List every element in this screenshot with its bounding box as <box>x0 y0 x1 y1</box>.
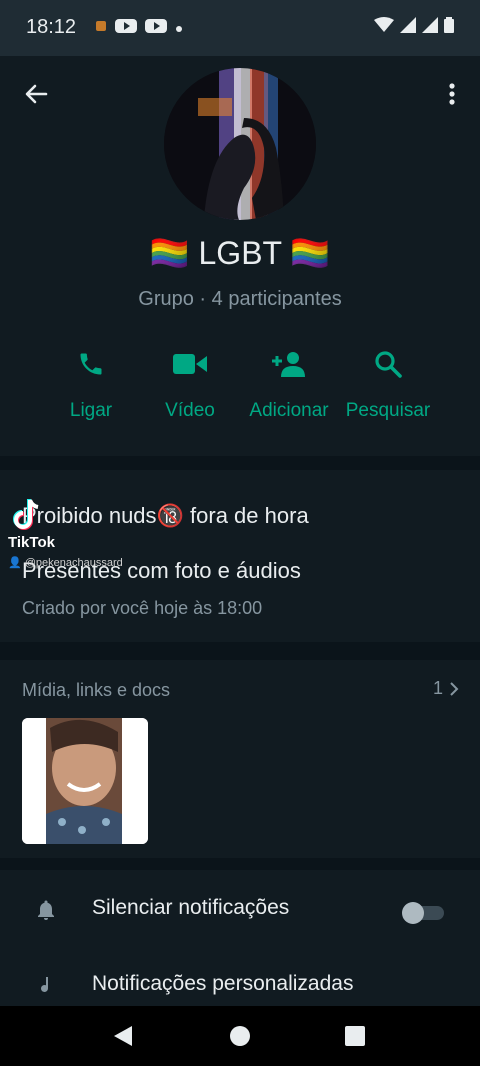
more-options-button[interactable] <box>440 78 464 110</box>
music-note-icon <box>34 974 58 998</box>
video-label: Vídeo <box>165 400 215 421</box>
more-vertical-icon <box>449 83 455 105</box>
square-recents-icon <box>345 1026 365 1046</box>
nav-home-button[interactable] <box>228 1024 252 1053</box>
media-links-docs-title[interactable]: Mídia, links e docs <box>22 680 170 701</box>
media-thumbnail[interactable] <box>22 718 148 844</box>
tiktok-username: 👤 @pekenachaussard <box>8 556 123 569</box>
call-label: Ligar <box>69 400 113 421</box>
phone-icon <box>41 342 141 386</box>
search-label: Pesquisar <box>345 400 431 421</box>
add-label: Adicionar <box>249 400 329 421</box>
nav-back-button[interactable] <box>112 1024 136 1053</box>
add-person-icon <box>239 342 339 386</box>
status-bar: 18:12 <box>0 0 480 56</box>
circle-home-icon <box>230 1026 250 1046</box>
wifi-icon <box>374 17 394 38</box>
group-name[interactable]: 🏳️‍🌈 LGBT 🏳️‍🌈 <box>0 234 480 272</box>
video-button[interactable]: Vídeo <box>140 342 240 422</box>
tiktok-logo-icon <box>8 496 48 537</box>
status-time: 18:12 <box>26 16 77 38</box>
tiktok-username-text: @pekenachaussard <box>24 557 123 569</box>
custom-notifications-label: Notificações personalizadas <box>92 972 354 995</box>
youtube-icon <box>115 18 137 39</box>
search-icon <box>338 342 438 386</box>
description-line-1: Proibido nuds🔞 fora de hora <box>22 503 309 528</box>
status-notification-icons <box>95 18 183 39</box>
mute-toggle[interactable] <box>402 902 446 924</box>
created-info: Criado por você hoje às 18:00 <box>22 598 263 618</box>
app-notification-icon <box>95 19 107 38</box>
mute-notifications-label: Silenciar notificações <box>92 896 290 919</box>
tiktok-watermark: TikTok <box>8 534 55 551</box>
video-icon <box>140 342 240 386</box>
add-participant-button[interactable]: Adicionar <box>239 342 339 422</box>
group-participants: Grupo · 4 participantes <box>138 288 342 310</box>
media-count: 1 <box>433 678 444 698</box>
signal-icon <box>422 17 438 38</box>
person-icon: 👤 <box>8 557 22 569</box>
bell-icon <box>34 898 58 922</box>
system-navigation-bar <box>0 1006 480 1066</box>
toggle-knob <box>402 902 424 924</box>
arrow-left-icon <box>25 84 48 104</box>
status-system-icons <box>374 17 454 38</box>
youtube-icon <box>145 18 167 39</box>
battery-icon <box>444 17 454 38</box>
nav-recents-button[interactable] <box>344 1025 366 1052</box>
back-button[interactable] <box>20 78 52 110</box>
chevron-right-icon <box>450 681 459 696</box>
dot-icon <box>175 20 183 38</box>
media-count-link[interactable]: 1 <box>433 678 459 699</box>
search-button[interactable]: Pesquisar <box>338 342 438 422</box>
triangle-back-icon <box>114 1026 132 1046</box>
signal-icon <box>400 17 416 38</box>
photo-image <box>22 718 148 844</box>
avatar-image <box>164 68 316 220</box>
call-button[interactable]: Ligar <box>41 342 141 422</box>
group-avatar[interactable] <box>164 68 316 220</box>
